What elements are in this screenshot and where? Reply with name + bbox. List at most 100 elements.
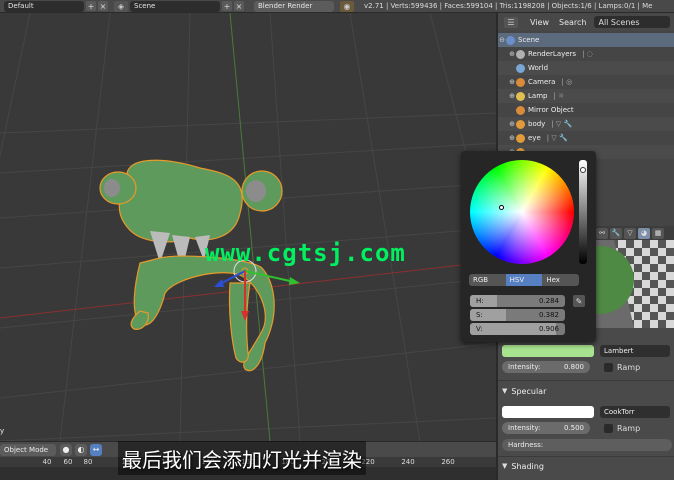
hardness-field[interactable]: Hardness: xyxy=(502,439,672,451)
diffuse-intensity-field[interactable]: Intensity: 0.800 xyxy=(502,361,590,373)
ramp-label: Ramp xyxy=(617,362,641,372)
tab-modifiers-icon[interactable]: 🔧 xyxy=(610,227,622,239)
value-field[interactable]: V: 0.906 xyxy=(470,323,565,335)
pivot-icon[interactable]: ◐ xyxy=(75,443,87,456)
outliner-item-lamp[interactable]: ⊕ Lamp | ☼ xyxy=(498,89,674,103)
modifier-wrench-icon: | ▽ 🔧 xyxy=(551,120,573,128)
outliner-item-camera[interactable]: ⊕ Camera | ◎ xyxy=(498,75,674,89)
expand-icon[interactable]: ⊕ xyxy=(508,92,516,100)
outliner-item-label: Mirror Object xyxy=(528,106,574,114)
collapse-icon[interactable]: ⊖ xyxy=(498,36,506,44)
timeline-tick: 260 xyxy=(441,458,455,466)
outliner-search-menu[interactable]: Search xyxy=(559,18,586,27)
blender-logo-icon: ◉ xyxy=(340,0,354,12)
expand-icon[interactable]: ⊕ xyxy=(508,120,516,128)
material-preview xyxy=(594,240,674,328)
editor-type-icon[interactable]: ☰ xyxy=(504,16,518,28)
watermark-text: www.cgtsj.com xyxy=(205,239,406,267)
scene-icon[interactable]: ◈ xyxy=(114,0,128,12)
3d-viewport[interactable]: www.cgtsj.com y xyxy=(0,13,496,441)
tab-texture-icon[interactable]: ▦ xyxy=(652,227,664,239)
mode-rgb-tab[interactable]: RGB xyxy=(469,274,506,286)
scene-label: Scene xyxy=(134,2,156,10)
saturation-field[interactable]: S: 0.382 xyxy=(470,309,565,321)
outliner-header: ☰ View Search All Scenes xyxy=(496,13,674,31)
tab-constraints-icon[interactable]: ⚯ xyxy=(596,227,608,239)
outliner-item-world[interactable]: World xyxy=(498,61,674,75)
outliner-item-label: body xyxy=(528,120,546,128)
specular-row: CookTorr xyxy=(502,406,672,418)
mesh-icon xyxy=(516,133,525,143)
mode-hsv-tab[interactable]: HSV xyxy=(505,274,543,286)
hue-label: H: xyxy=(476,297,484,305)
ramp-checkbox[interactable] xyxy=(604,362,613,372)
diffuse-row: Lambert xyxy=(502,345,672,357)
object-mode-label: Object Mode xyxy=(4,445,49,454)
outliner-item-label: Lamp xyxy=(528,92,548,100)
properties-tabs: ⚯ 🔧 ▽ ◕ ▦ xyxy=(594,226,674,240)
empty-icon xyxy=(516,105,525,115)
saturation-value: 0.382 xyxy=(538,311,559,319)
specular-ramp-checkbox[interactable] xyxy=(604,423,613,433)
expand-icon[interactable]: ⊕ xyxy=(508,50,516,58)
intensity-label: Intensity: xyxy=(508,424,541,432)
specular-title: Specular xyxy=(511,386,547,396)
preview-render xyxy=(594,240,674,328)
tab-material-icon[interactable]: ◕ xyxy=(638,227,650,239)
specular-panel-header[interactable]: ▼ Specular xyxy=(502,385,672,397)
object-mode-select[interactable]: Object Mode xyxy=(0,443,56,456)
info-header: Default + × ◈ Scene + × Blender Render ◉… xyxy=(0,0,674,13)
color-mode-tabs: RGB HSV Hex xyxy=(469,274,580,286)
shading-title: Shading xyxy=(511,461,544,471)
outliner-display-label: All Scenes xyxy=(598,17,640,27)
outliner-item-mirror-object[interactable]: Mirror Object xyxy=(498,103,674,117)
saturation-label: S: xyxy=(476,311,483,319)
eyedropper-icon[interactable]: ✎ xyxy=(573,295,585,307)
mode-hex-tab[interactable]: Hex xyxy=(542,274,580,286)
camera-data-icon: | ◎ xyxy=(561,78,573,86)
video-subtitle: 最后我们会添加灯光并渲染 xyxy=(118,441,366,475)
value-slider-handle[interactable] xyxy=(580,167,586,173)
manipulator-icon[interactable]: ↔ xyxy=(90,443,102,456)
add-scene-icon[interactable]: + xyxy=(222,1,232,11)
color-picker-popup[interactable]: RGB HSV Hex H: 0.284 S: 0.382 V: 0.906 ✎ xyxy=(461,151,596,342)
value-slider[interactable] xyxy=(579,160,587,264)
tab-data-icon[interactable]: ▽ xyxy=(624,227,636,239)
outliner-item-label: Camera xyxy=(528,78,556,86)
scene-stats: v2.71 | Verts:599436 | Faces:599104 | Tr… xyxy=(364,2,653,10)
outliner-item-scene[interactable]: ⊖ Scene xyxy=(498,33,674,47)
close-scene-icon[interactable]: × xyxy=(234,1,244,11)
diffuse-shader-select[interactable]: Lambert xyxy=(600,345,670,357)
viewport-shading-icon[interactable]: ● xyxy=(60,443,72,456)
timeline-tick: 60 xyxy=(63,458,73,466)
outliner-item-renderlayers[interactable]: ⊕ RenderLayers | ◌ xyxy=(498,47,674,61)
hue-value: 0.284 xyxy=(538,297,559,305)
color-cursor[interactable] xyxy=(499,205,504,210)
specular-intensity-field[interactable]: Intensity: 0.500 xyxy=(502,422,590,434)
render-engine-select[interactable]: Blender Render xyxy=(254,0,334,12)
specular-shader-label: CookTorr xyxy=(604,408,635,416)
intensity-value: 0.500 xyxy=(563,424,584,432)
viewport-grid xyxy=(0,13,496,441)
hue-saturation-wheel[interactable] xyxy=(470,160,574,264)
shading-panel-header[interactable]: ▼ Shading xyxy=(502,460,672,472)
lamp-data-icon: | ☼ xyxy=(553,92,565,100)
scene-select[interactable]: Scene xyxy=(130,0,220,12)
add-layout-icon[interactable]: + xyxy=(86,1,96,11)
specular-shader-select[interactable]: CookTorr xyxy=(600,406,670,418)
outliner-view-menu[interactable]: View xyxy=(530,18,549,27)
outliner-item-body[interactable]: ⊕ body | ▽ 🔧 xyxy=(498,117,674,131)
expand-icon[interactable]: ⊕ xyxy=(508,78,516,86)
close-layout-icon[interactable]: × xyxy=(98,1,108,11)
diffuse-shader-label: Lambert xyxy=(604,347,634,355)
hue-field[interactable]: H: 0.284 xyxy=(470,295,565,307)
specular-color-swatch[interactable] xyxy=(502,406,594,418)
render-layer-icon: | ◌ xyxy=(582,50,593,58)
diffuse-intensity-row: Intensity: 0.800 Ramp xyxy=(502,361,672,373)
outliner-item-eye[interactable]: ⊕ eye | ▽ 🔧 xyxy=(498,131,674,145)
expand-icon[interactable]: ⊕ xyxy=(508,134,516,142)
outliner-display-select[interactable]: All Scenes xyxy=(594,16,671,28)
renderlayers-icon xyxy=(516,49,525,59)
diffuse-color-swatch[interactable] xyxy=(502,345,594,357)
screen-layout-select[interactable]: Default xyxy=(4,0,84,12)
